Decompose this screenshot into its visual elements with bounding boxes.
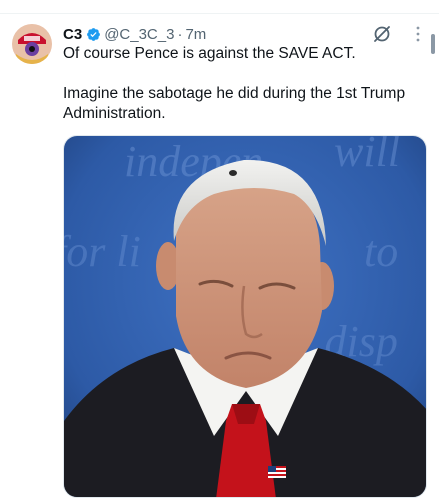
- fly: [229, 170, 237, 176]
- author-handle[interactable]: @C_3C_3: [104, 26, 174, 43]
- bg-text-3: for li: [64, 227, 141, 276]
- verified-badge-icon: [87, 27, 101, 41]
- timestamp[interactable]: 7m: [185, 26, 206, 43]
- grok-icon[interactable]: [372, 24, 392, 44]
- bg-text-2: will: [334, 136, 400, 176]
- tweet-text-line-2: Imagine the sabotage he did during the 1…: [63, 85, 406, 122]
- author-name[interactable]: C3: [63, 26, 82, 43]
- tweet-photo[interactable]: indepen will for li to e disp: [63, 135, 427, 498]
- tweet-text-line-1: Of course Pence is against the SAVE ACT.: [63, 45, 356, 62]
- tweet[interactable]: C3 @C_3C_3 · 7m Of course Pence is again…: [0, 14, 439, 500]
- more-options-icon[interactable]: [408, 24, 428, 44]
- bg-text-4: to: [364, 227, 398, 276]
- flag-pin: [268, 466, 286, 478]
- scrollbar[interactable]: [431, 34, 435, 54]
- tweet-header: C3 @C_3C_3 · 7m: [63, 24, 399, 44]
- separator-dot: ·: [177, 25, 183, 43]
- tweet-text: Of course Pence is against the SAVE ACT.…: [63, 44, 423, 124]
- avatar[interactable]: [12, 24, 52, 64]
- top-bar: [0, 0, 439, 14]
